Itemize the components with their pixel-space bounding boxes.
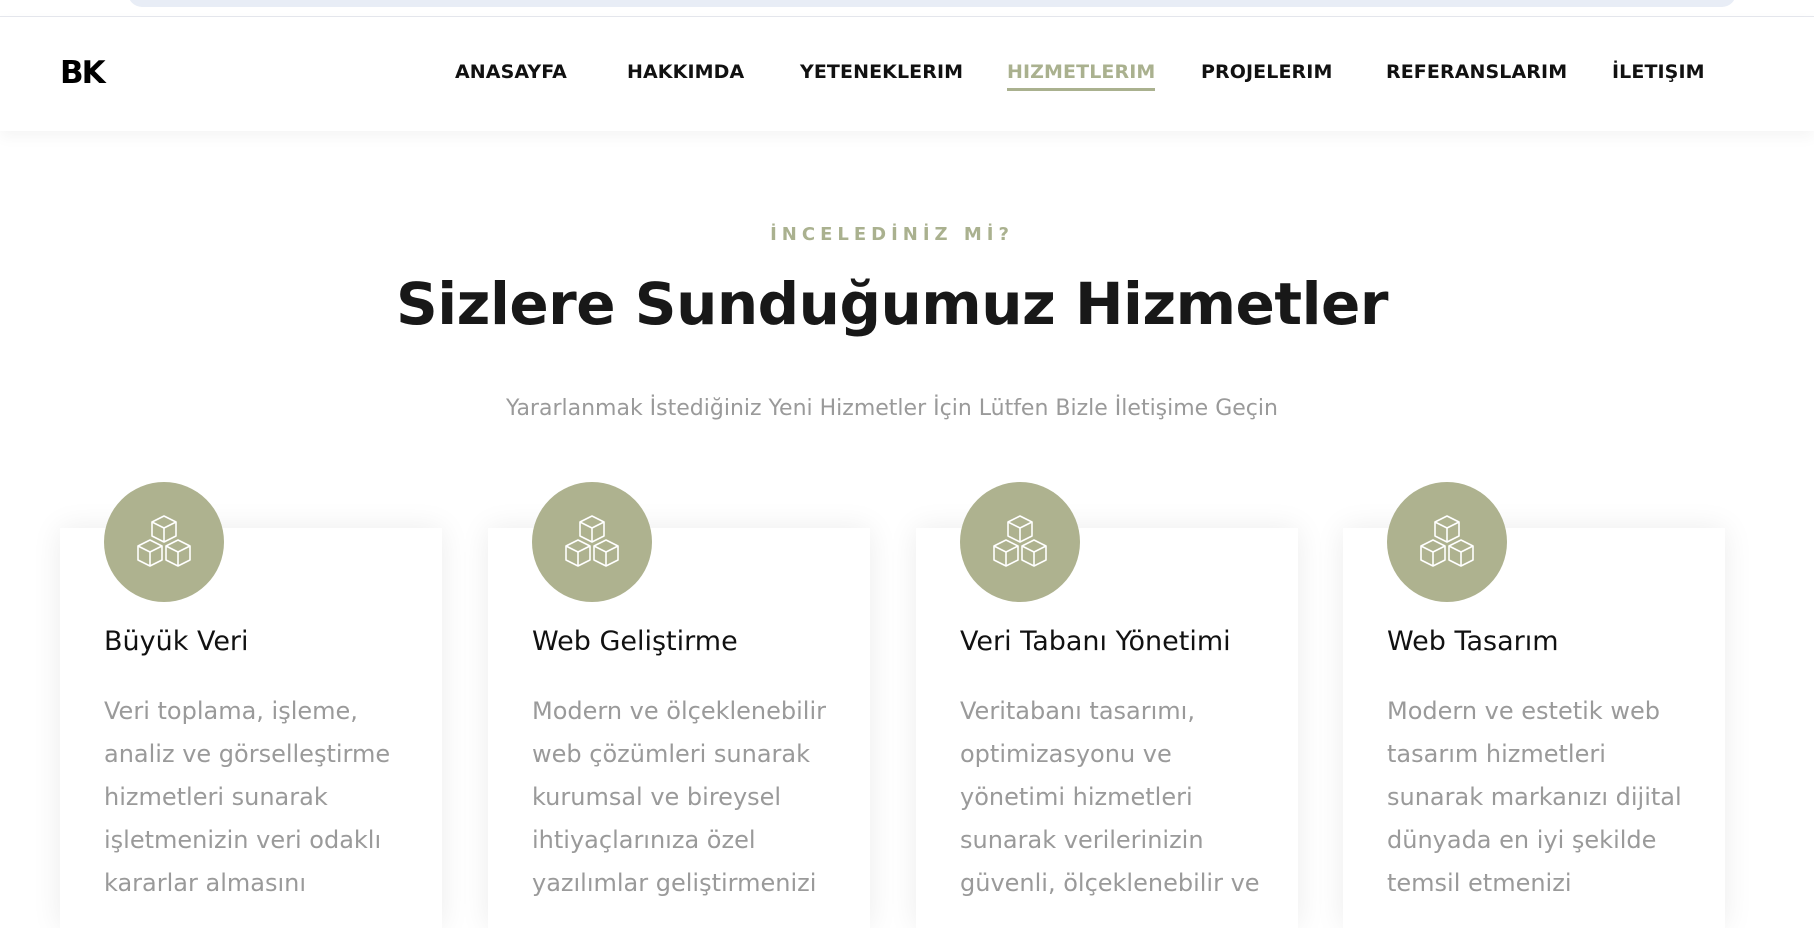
service-description: Veritabanı tasarımı, optimizasyonu ve yö… — [960, 697, 1260, 897]
nav-item-anasayfa[interactable]: ANASAYFA — [455, 61, 567, 83]
service-description: Modern ve estetik web tasarım hizmetleri… — [1387, 697, 1682, 897]
site-header: BK ANASAYFA HAKKIMDA YETENEKLERIM HIZMET… — [0, 17, 1814, 131]
nav-item-referanslarim[interactable]: REFERANSLARIM — [1386, 61, 1567, 83]
service-description: Veri toplama, işleme, analiz ve görselle… — [104, 697, 391, 897]
nav-item-hizmetlerim[interactable]: HIZMETLERIM — [1007, 61, 1156, 91]
browser-top-strip — [0, 0, 1814, 17]
nav-item-iletisim[interactable]: İLETIŞIM — [1612, 61, 1705, 83]
service-card-veri-tabani: Veri Tabanı Yönetimi Veritabanı tasarımı… — [916, 482, 1298, 928]
address-bar-edge — [128, 0, 1736, 7]
nav-item-hakkimda[interactable]: HAKKIMDA — [627, 61, 744, 83]
main-nav: ANASAYFA HAKKIMDA YETENEKLERIM HIZMETLER… — [0, 17, 1814, 131]
nav-item-projelerim[interactable]: PROJELERIM — [1201, 61, 1332, 83]
nav-item-yeteneklerim[interactable]: YETENEKLERIM — [800, 61, 963, 83]
service-card-web-gelistirme: Web Geliştirme Modern ve ölçeklenebilir … — [488, 482, 870, 928]
cubes-icon — [1387, 482, 1507, 602]
service-title: Web Geliştirme — [532, 626, 738, 657]
cubes-icon — [960, 482, 1080, 602]
cubes-icon — [532, 482, 652, 602]
cubes-icon — [104, 482, 224, 602]
service-title: Büyük Veri — [104, 626, 249, 657]
service-card-buyuk-veri: Büyük Veri Veri toplama, işleme, analiz … — [60, 482, 442, 928]
service-description: Modern ve ölçeklenebilir web çözümleri s… — [532, 697, 826, 897]
section-eyebrow: İNCELEDİNİZ Mİ? — [770, 224, 1014, 245]
service-title: Web Tasarım — [1387, 626, 1559, 657]
section-title: Sizlere Sunduğumuz Hizmetler — [396, 270, 1388, 338]
service-card-web-tasarim: Web Tasarım Modern ve estetik web tasarı… — [1343, 482, 1725, 928]
service-title: Veri Tabanı Yönetimi — [960, 626, 1231, 657]
section-subtitle: Yararlanmak İstediğiniz Yeni Hizmetler İ… — [506, 396, 1278, 421]
